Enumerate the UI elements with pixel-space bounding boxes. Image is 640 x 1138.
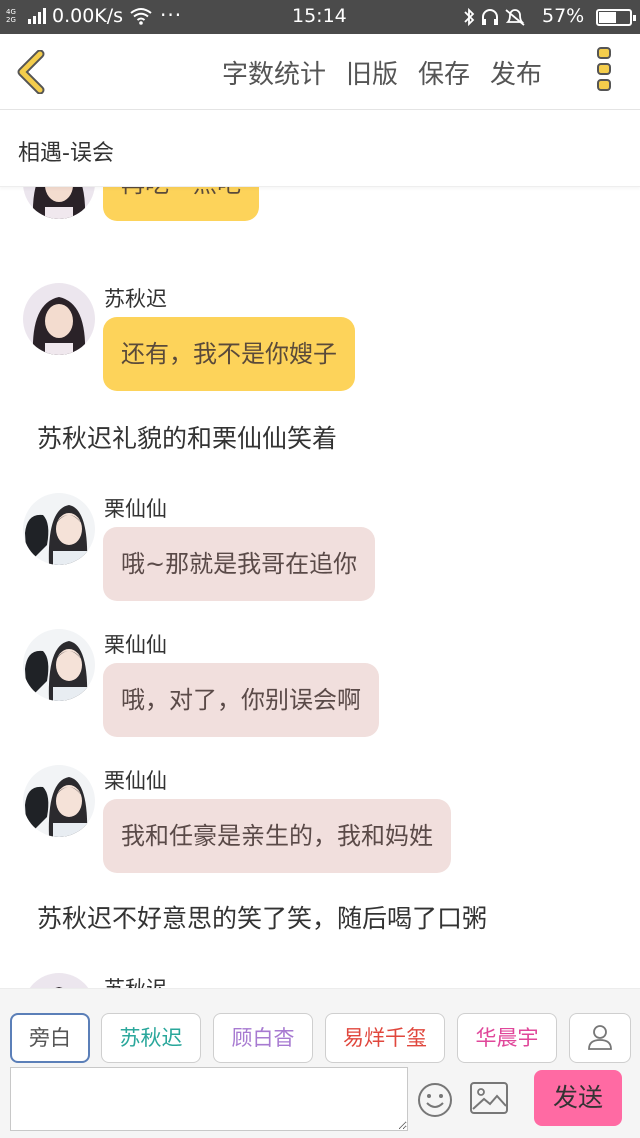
narration-text[interactable]: 苏秋迟礼貌的和栗仙仙笑着 xyxy=(37,419,337,455)
network-4g-label: 4G xyxy=(6,8,16,16)
character-chip[interactable]: 顾白杳 xyxy=(213,1013,313,1063)
add-character-button[interactable] xyxy=(569,1013,631,1063)
character-selector: 旁白 苏秋迟 顾白杳 易烊千玺 华晨宇 xyxy=(0,988,640,1064)
message-bubble[interactable]: 哦，对了，你别误会啊 xyxy=(103,663,379,737)
more-notifications-icon: ··· xyxy=(160,3,183,27)
old-version-button[interactable]: 旧版 xyxy=(346,54,398,91)
sender-name: 苏秋迟 xyxy=(104,287,167,311)
battery-fill xyxy=(599,12,617,23)
wifi-icon xyxy=(130,8,152,25)
network-2g-label: 2G xyxy=(6,16,16,24)
toolbar-actions: 字数统计 旧版 保存 发布 xyxy=(222,54,542,91)
input-row: 发送 xyxy=(0,1064,640,1138)
clock: 15:14 xyxy=(292,5,347,27)
smiley-icon[interactable] xyxy=(417,1082,453,1118)
network-speed: 0.00K/s xyxy=(52,5,124,27)
character-chip[interactable]: 苏秋迟 xyxy=(101,1013,201,1063)
avatar[interactable] xyxy=(23,493,95,565)
chapter-title-bar[interactable]: 相遇-误会 xyxy=(0,111,640,187)
battery-icon xyxy=(596,9,636,26)
battery-tip xyxy=(633,15,636,21)
chapter-title: 相遇-误会 xyxy=(18,141,114,166)
sender-name: 栗仙仙 xyxy=(104,769,167,793)
chat-area[interactable]: 再吃一点吧苏秋迟还有，我不是你嫂子苏秋迟礼貌的和栗仙仙笑着栗仙仙哦~那就是我哥在… xyxy=(0,187,640,988)
more-dot xyxy=(597,79,611,91)
word-count-button[interactable]: 字数统计 xyxy=(222,54,326,91)
system-icons xyxy=(464,7,525,27)
message-bubble[interactable]: 哦~那就是我哥在追你 xyxy=(103,527,376,601)
chevron-left-icon[interactable] xyxy=(14,50,54,94)
sender-name: 苏秋迟 xyxy=(104,973,167,988)
avatar[interactable] xyxy=(23,629,95,701)
sender-name: 栗仙仙 xyxy=(104,497,167,521)
editor-toolbar: 字数统计 旧版 保存 发布 xyxy=(0,34,640,110)
status-bar: 4G 2G 0.00K/s ··· 15:14 57% xyxy=(0,0,640,34)
avatar[interactable] xyxy=(23,283,95,355)
character-chip[interactable]: 易烊千玺 xyxy=(325,1013,445,1063)
message-input[interactable] xyxy=(10,1067,408,1131)
headphones-icon xyxy=(482,9,498,25)
bluetooth-icon xyxy=(464,7,475,27)
more-dot xyxy=(597,63,611,75)
image-icon[interactable] xyxy=(470,1082,508,1114)
message-bubble[interactable]: 还有，我不是你嫂子 xyxy=(103,317,355,391)
publish-button[interactable]: 发布 xyxy=(490,54,542,91)
sender-name: 栗仙仙 xyxy=(104,633,167,657)
battery-percent: 57% xyxy=(542,5,585,27)
avatar[interactable] xyxy=(23,973,95,988)
more-dot xyxy=(597,47,611,59)
narration-text[interactable]: 苏秋迟不好意思的笑了笑，随后喝了口粥 xyxy=(37,899,487,935)
message-bubble[interactable]: 我和任豪是亲生的，我和妈姓 xyxy=(103,799,451,873)
signal-icon xyxy=(28,8,46,24)
user-icon xyxy=(588,1025,612,1050)
save-button[interactable]: 保存 xyxy=(418,54,470,91)
network-type: 4G 2G xyxy=(6,8,16,24)
avatar[interactable] xyxy=(23,187,95,219)
character-chip[interactable]: 华晨宇 xyxy=(457,1013,557,1063)
silent-bell-icon xyxy=(505,9,525,26)
character-chip-narrator[interactable]: 旁白 xyxy=(10,1013,90,1063)
message-bubble[interactable]: 再吃一点吧 xyxy=(103,187,259,221)
more-vertical-icon[interactable] xyxy=(594,45,614,99)
send-button[interactable]: 发送 xyxy=(534,1070,622,1126)
avatar[interactable] xyxy=(23,765,95,837)
